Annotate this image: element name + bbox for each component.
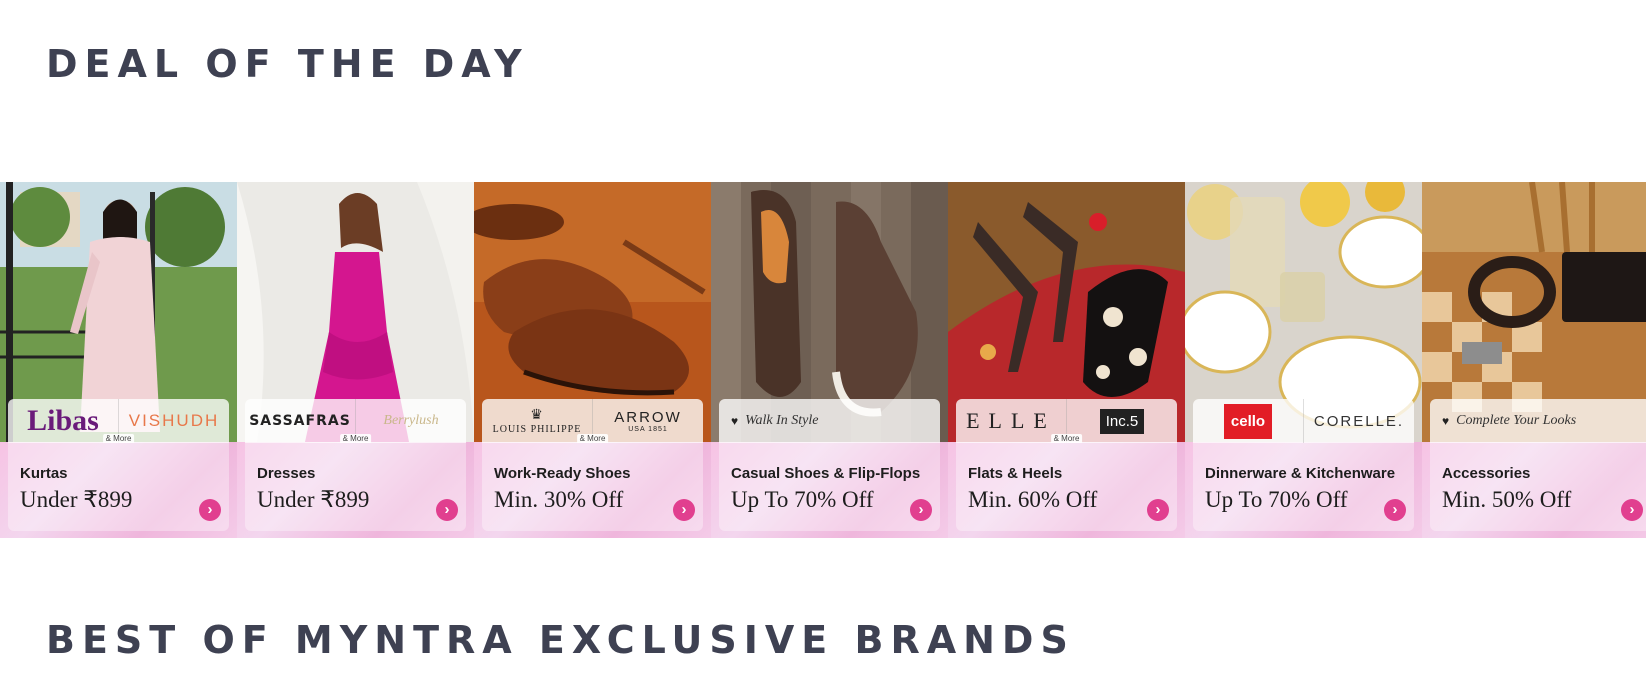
offer-label: Under ₹899 (20, 487, 133, 512)
brand-strip: Libas VISHUDH & More (8, 399, 229, 443)
brand-strip: SASSAFRAS Berrylush & More (245, 399, 466, 443)
card-info: Kurtas Under ₹899 › (8, 443, 229, 531)
offer-label: Min. 30% Off (494, 487, 624, 512)
chevron-right-icon[interactable]: › (1147, 499, 1169, 521)
deal-card-kurtas[interactable]: Libas VISHUDH & More Kurtas Under ₹899 › (0, 182, 237, 538)
offer-label: Up To 70% Off (731, 487, 874, 512)
card-info: Accessories Min. 50% Off › (1430, 443, 1646, 531)
brand-logo-corelle: CORELLE. (1303, 399, 1414, 443)
brand-logo-louis-philippe: ♛ LOUIS PHILIPPE (492, 408, 582, 435)
deal-card-accessories[interactable]: ♥ Complete Your Looks Accessories Min. 5… (1422, 182, 1646, 538)
and-more-label: & More (339, 434, 372, 443)
card-info: Flats & Heels Min. 60% Off › (956, 443, 1177, 531)
brand-logo-elle: ELLE (966, 408, 1056, 433)
brand-strip: ELLE Inc.5 & More (956, 399, 1177, 443)
deal-card-casual-shoes[interactable]: ♥ Walk In Style Casual Shoes & Flip-Flop… (711, 182, 948, 538)
brand-logo-cello: cello (1193, 399, 1303, 443)
deal-card-work-shoes[interactable]: ♛ LOUIS PHILIPPE ARROW USA 1851 & More W… (474, 182, 711, 538)
brand-strip: cello CORELLE. (1193, 399, 1414, 443)
offer-label: Min. 60% Off (968, 487, 1098, 512)
category-label: Kurtas (20, 465, 68, 482)
offer-label: Min. 50% Off (1442, 487, 1572, 512)
crown-icon: ♛ (530, 408, 544, 423)
brand-logo-inc5: Inc.5 (1066, 399, 1177, 443)
category-label: Dinnerware & Kitchenware (1205, 465, 1396, 482)
category-label: Casual Shoes & Flip-Flops (731, 465, 921, 482)
brand-strip: ♥ Walk In Style (719, 399, 940, 443)
deal-of-the-day-title: DEAL OF THE DAY (46, 42, 529, 86)
category-label: Dresses (257, 465, 316, 482)
brand-logo-vishudh: VISHUDH (118, 399, 229, 443)
and-more-label: & More (102, 434, 135, 443)
and-more-label: & More (576, 434, 609, 443)
tagline-text: Walk In Style (745, 413, 819, 428)
chevron-right-icon[interactable]: › (1621, 499, 1643, 521)
card-info: Dresses Under ₹899 › (245, 443, 466, 531)
deal-card-dinnerware[interactable]: cello CORELLE. Dinnerware & Kitchenware … (1185, 182, 1422, 538)
brand-strip: ♥ Complete Your Looks (1430, 399, 1646, 443)
brand-logo-sassafras: SASSAFRAS (249, 413, 351, 429)
chevron-right-icon[interactable]: › (199, 499, 221, 521)
category-label: Accessories (1442, 465, 1531, 482)
deal-carousel: Libas VISHUDH & More Kurtas Under ₹899 ›… (0, 182, 1646, 538)
brand-logo-arrow: ARROW USA 1851 (592, 399, 703, 443)
brand-logo-libas: Libas (27, 404, 99, 437)
chevron-right-icon[interactable]: › (1384, 499, 1406, 521)
heart-icon: ♥ (731, 413, 739, 428)
deal-card-flats-heels[interactable]: ELLE Inc.5 & More Flats & Heels Min. 60%… (948, 182, 1185, 538)
exclusive-brands-title: BEST OF MYNTRA EXCLUSIVE BRANDS (46, 618, 1075, 662)
category-label: Flats & Heels (968, 465, 1063, 482)
chevron-right-icon[interactable]: › (436, 499, 458, 521)
heart-icon: ♥ (1442, 413, 1450, 428)
card-info: Dinnerware & Kitchenware Up To 70% Off › (1193, 443, 1414, 531)
card-info: Work-Ready Shoes Min. 30% Off › (482, 443, 703, 531)
offer-label: Up To 70% Off (1205, 487, 1348, 512)
chevron-right-icon[interactable]: › (673, 499, 695, 521)
and-more-label: & More (1050, 434, 1083, 443)
deal-card-dresses[interactable]: SASSAFRAS Berrylush & More Dresses Under… (237, 182, 474, 538)
tagline-text: Complete Your Looks (1456, 413, 1577, 428)
brand-logo-berrylush: Berrylush (355, 399, 466, 443)
brand-strip: ♛ LOUIS PHILIPPE ARROW USA 1851 & More (482, 399, 703, 443)
chevron-right-icon[interactable]: › (910, 499, 932, 521)
card-info: Casual Shoes & Flip-Flops Up To 70% Off … (719, 443, 940, 531)
offer-label: Under ₹899 (257, 487, 370, 512)
category-label: Work-Ready Shoes (494, 465, 631, 482)
